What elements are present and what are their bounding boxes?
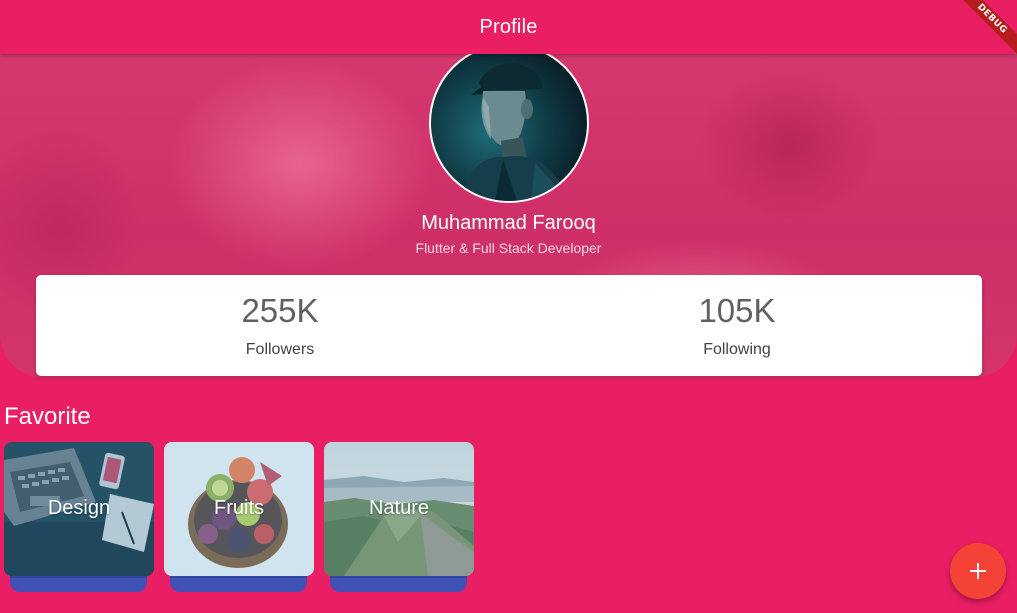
favorite-label-nature: Nature bbox=[368, 497, 430, 519]
app-bar: Profile bbox=[0, 0, 1017, 54]
stats-card: 255K Followers 105K Following bbox=[36, 275, 982, 376]
profile-avatar[interactable] bbox=[429, 43, 589, 203]
favorite-section-title: Favorite bbox=[4, 403, 91, 430]
following-stat[interactable]: 105K Following bbox=[587, 275, 887, 376]
profile-subtitle: Flutter & Full Stack Developer bbox=[415, 240, 602, 256]
following-count: 105K bbox=[698, 292, 776, 329]
add-icon bbox=[970, 563, 986, 579]
app-bar-title: Profile bbox=[479, 15, 538, 38]
favorite-card-design[interactable]: Design bbox=[4, 442, 154, 594]
followers-stat[interactable]: 255K Followers bbox=[130, 275, 430, 376]
debug-banner: DEBUG bbox=[957, 0, 1017, 60]
favorite-label-design: Design bbox=[47, 497, 111, 519]
followers-label: Followers bbox=[245, 341, 315, 358]
add-button[interactable] bbox=[950, 543, 1006, 599]
profile-name: Muhammad Farooq bbox=[421, 212, 596, 234]
following-label: Following bbox=[703, 341, 771, 358]
followers-count: 255K bbox=[241, 292, 319, 329]
debug-banner-label: DEBUG bbox=[957, 0, 1017, 60]
favorite-label-fruits: Fruits bbox=[214, 497, 264, 519]
favorite-card-nature[interactable]: Nature bbox=[324, 442, 474, 594]
favorite-card-fruits[interactable]: Fruits bbox=[164, 442, 314, 594]
